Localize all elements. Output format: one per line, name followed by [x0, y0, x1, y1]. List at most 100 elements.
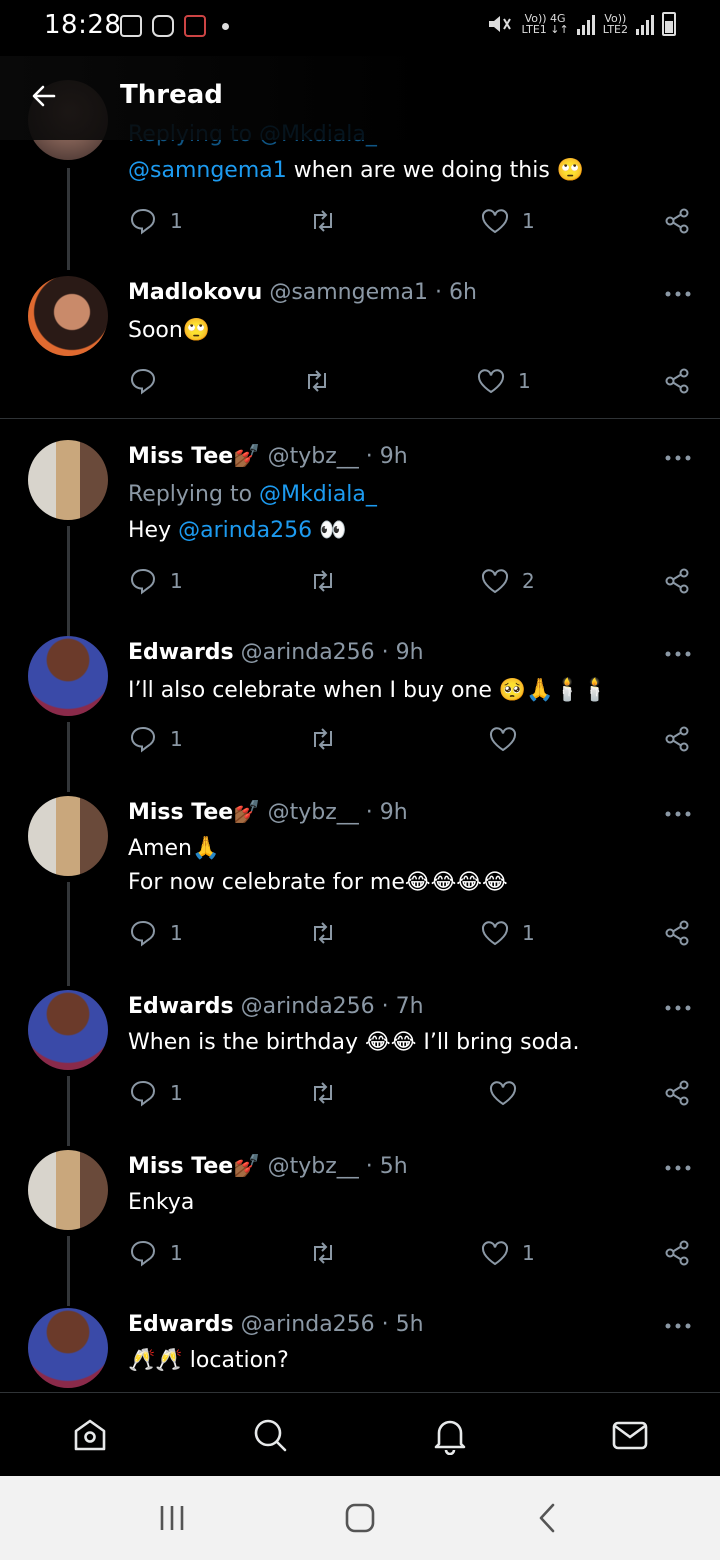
reply-button[interactable]: 1: [128, 1238, 183, 1268]
tweet[interactable]: Madlokovu @samngema1 · 6h Soon🙄 1: [0, 270, 720, 418]
retweet-button[interactable]: [308, 206, 350, 236]
reply-button[interactable]: 1: [128, 566, 183, 596]
author-handle[interactable]: @arinda256: [241, 994, 375, 1019]
search-icon[interactable]: [250, 1415, 290, 1455]
tweet-actions: 1 2: [128, 566, 696, 602]
more-icon[interactable]: [664, 454, 692, 462]
author-name[interactable]: Madlokovu: [128, 280, 262, 305]
avatar[interactable]: [28, 990, 108, 1070]
author-handle[interactable]: @arinda256: [241, 640, 375, 665]
more-icon[interactable]: [664, 650, 692, 658]
share-button[interactable]: [662, 1238, 692, 1268]
author-handle[interactable]: @tybz__: [268, 1154, 359, 1179]
like-button[interactable]: 1: [480, 206, 535, 236]
tweet-text: Hey @arinda256 👀: [128, 518, 347, 543]
share-button[interactable]: [662, 206, 692, 236]
retweet-button[interactable]: [308, 724, 350, 754]
thread-line: [67, 168, 70, 270]
thread-line: [67, 722, 70, 792]
author-handle[interactable]: @tybz__: [268, 800, 359, 825]
mention-link[interactable]: @arinda256: [178, 518, 312, 543]
tweet-time: · 5h: [381, 1312, 424, 1337]
author-name[interactable]: Edwards: [128, 1312, 234, 1337]
thread-feed[interactable]: Replying to @Mkdiala_ @samngema1 when ar…: [0, 0, 720, 1392]
retweet-button[interactable]: [308, 918, 350, 948]
tweet[interactable]: Miss Tee💅🏾 @tybz__ · 9h Replying to @Mkd…: [0, 434, 720, 636]
share-icon: [665, 920, 689, 946]
author-name[interactable]: Miss Tee💅🏾: [128, 444, 261, 469]
tweet[interactable]: Edwards @arinda256 · 9h I’ll also celebr…: [0, 630, 720, 792]
author-handle[interactable]: @arinda256: [241, 1312, 375, 1337]
home-button-icon[interactable]: [342, 1500, 378, 1536]
more-icon[interactable]: [664, 1322, 692, 1330]
reply-button[interactable]: 1: [128, 724, 183, 754]
retweet-button[interactable]: [308, 1238, 350, 1268]
like-button[interactable]: [488, 1078, 530, 1108]
instagram-icon: [152, 15, 174, 37]
messages-icon[interactable]: [610, 1415, 650, 1455]
share-icon: [665, 208, 689, 234]
share-button[interactable]: [662, 566, 692, 596]
tweet-author-row: Edwards @arinda256 · 9h: [128, 640, 424, 665]
like-button[interactable]: 1: [480, 918, 535, 948]
like-button[interactable]: 2: [480, 566, 535, 596]
status-notification-icons: [120, 15, 229, 37]
tweet[interactable]: Miss Tee💅🏾 @tybz__ · 9h Amen🙏 For now ce…: [0, 790, 720, 986]
app-icon: [184, 15, 206, 37]
author-handle[interactable]: @samngema1: [269, 280, 428, 305]
network-lte1: Vo)) 4G LTE1 ↓↑: [521, 12, 569, 36]
mention-link[interactable]: @samngema1: [128, 158, 287, 183]
recent-apps-icon[interactable]: [154, 1500, 190, 1536]
retweet-icon: [314, 728, 332, 750]
author-name[interactable]: Miss Tee💅🏾: [128, 800, 261, 825]
retweet-button[interactable]: [308, 1078, 350, 1108]
tweet-actions: 1 1: [128, 206, 696, 242]
avatar[interactable]: [28, 796, 108, 876]
tweet[interactable]: Miss Tee💅🏾 @tybz__ · 5h Enkya 1 1: [0, 1144, 720, 1306]
share-button[interactable]: [662, 366, 692, 396]
tweet[interactable]: Edwards @arinda256 · 7h When is the birt…: [0, 984, 720, 1146]
share-button[interactable]: [662, 1078, 692, 1108]
tweet-text-line: For now celebrate for me😂😂😂😂: [128, 870, 508, 895]
battery-icon: [662, 12, 676, 36]
author-name[interactable]: Miss Tee💅🏾: [128, 1154, 261, 1179]
like-button[interactable]: 1: [476, 366, 531, 396]
avatar[interactable]: [28, 1308, 108, 1388]
reply-button[interactable]: 1: [128, 206, 183, 236]
reply-to-link[interactable]: @Mkdiala_: [259, 482, 377, 507]
like-button[interactable]: [488, 724, 530, 754]
share-button[interactable]: [662, 724, 692, 754]
retweet-button[interactable]: [302, 366, 344, 396]
avatar[interactable]: [28, 440, 108, 520]
notifications-icon[interactable]: [430, 1415, 470, 1455]
reply-button[interactable]: [128, 366, 170, 396]
network-lte2: Vo)) LTE2: [602, 12, 628, 36]
reply-icon: [130, 1080, 156, 1107]
more-icon[interactable]: [664, 1164, 692, 1172]
back-nav-icon[interactable]: [530, 1500, 566, 1536]
reply-button[interactable]: 1: [128, 1078, 183, 1108]
author-name[interactable]: Edwards: [128, 994, 234, 1019]
share-button[interactable]: [662, 918, 692, 948]
avatar[interactable]: [28, 276, 108, 356]
tweet-author-row: Miss Tee💅🏾 @tybz__ · 9h: [128, 444, 408, 469]
tweet-author-row: Edwards @arinda256 · 5h: [128, 1312, 424, 1337]
tweet-text: Enkya: [128, 1190, 195, 1215]
tweet[interactable]: Edwards @arinda256 · 5h 🥂🥂 location?: [0, 1304, 720, 1392]
more-icon[interactable]: [664, 810, 692, 818]
retweet-button[interactable]: [308, 566, 350, 596]
avatar[interactable]: [28, 636, 108, 716]
back-arrow-icon[interactable]: [28, 80, 60, 112]
reply-button[interactable]: 1: [128, 918, 183, 948]
avatar[interactable]: [28, 1150, 108, 1230]
tweet-time: · 9h: [365, 800, 408, 825]
author-name[interactable]: Edwards: [128, 640, 234, 665]
author-handle[interactable]: @tybz__: [268, 444, 359, 469]
home-icon[interactable]: [70, 1415, 110, 1455]
retweet-icon: [314, 210, 332, 232]
like-button[interactable]: 1: [480, 1238, 535, 1268]
reply-icon: [130, 726, 156, 753]
more-icon[interactable]: [664, 290, 692, 298]
more-icon[interactable]: [664, 1004, 692, 1012]
status-time: 18:28: [44, 10, 122, 40]
